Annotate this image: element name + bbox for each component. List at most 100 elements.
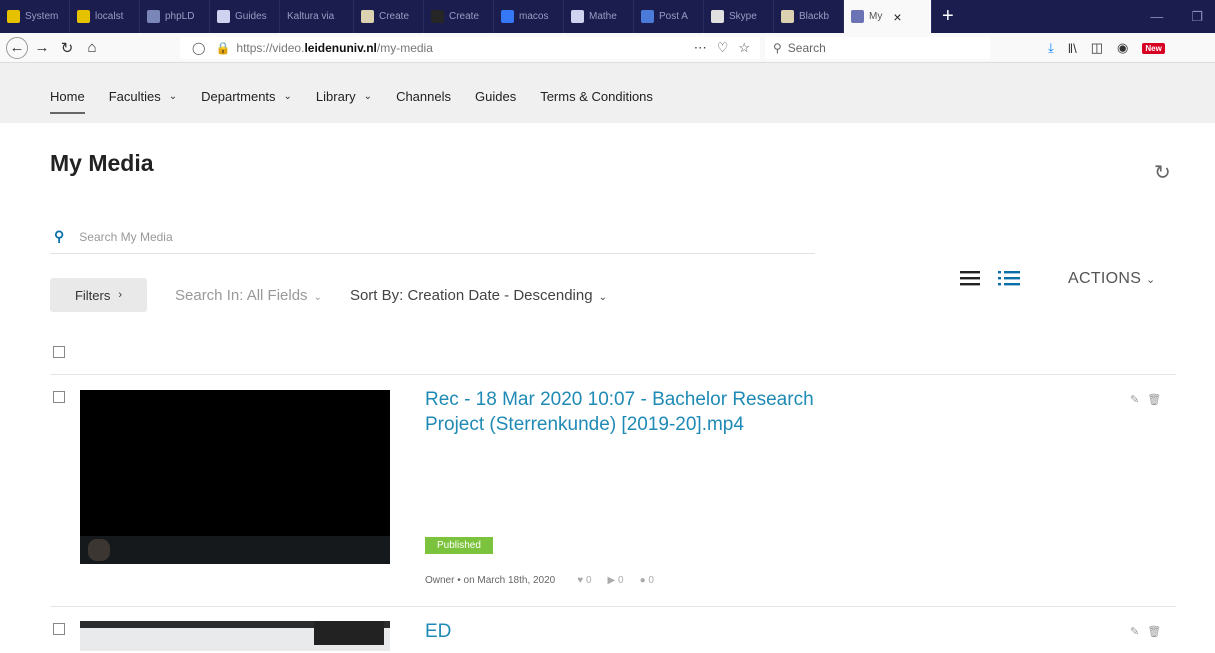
tab-label: Mathe (589, 11, 617, 22)
select-all-checkbox[interactable] (53, 346, 65, 358)
browser-tab[interactable]: Post A (634, 0, 704, 33)
nav-item-label: Terms & Conditions (540, 89, 653, 104)
created-date: on March 18th, 2020 (463, 575, 556, 586)
tab-favicon-icon (571, 10, 584, 23)
nav-item-home[interactable]: Home (50, 89, 85, 114)
browser-tab[interactable]: System (0, 0, 70, 33)
nav-item-library[interactable]: Library ⌄ (316, 89, 372, 104)
tab-favicon-icon (431, 10, 444, 23)
sort-label: Sort By: Creation Date - Descending (349, 286, 593, 304)
media-search[interactable]: ⚲ Search My Media (50, 220, 815, 254)
account-icon[interactable]: ◉ (1117, 40, 1128, 56)
browser-tab[interactable]: Guides (210, 0, 280, 33)
close-tab-icon[interactable]: × (893, 9, 901, 25)
tab-label: Create (379, 11, 410, 22)
page-actions-icon[interactable]: ⋯ (694, 40, 707, 56)
search-input[interactable]: Search My Media (79, 230, 172, 244)
nav-item-channels[interactable]: Channels (396, 89, 451, 104)
thumbnail-webcam-face (88, 539, 110, 561)
status-badge: Published (425, 537, 493, 554)
pocket-icon[interactable]: ♡ (717, 40, 729, 56)
tab-label: My (869, 11, 883, 22)
tab-favicon-icon (781, 10, 794, 23)
nav-item-terms-conditions[interactable]: Terms & Conditions (540, 89, 653, 104)
owner-label: Owner (425, 575, 455, 586)
entry-checkbox[interactable] (53, 391, 65, 403)
heart-icon: ♥ (577, 575, 584, 586)
site-nav: Home Faculties ⌄ Departments ⌄ Library ⌄ Channe… (0, 63, 1215, 123)
nav-item-faculties[interactable]: Faculties ⌄ (109, 89, 177, 104)
browser-tab[interactable]: Create (424, 0, 494, 33)
plays-count: 0 (618, 575, 624, 586)
browser-tab[interactable]: phpLD (140, 0, 210, 33)
new-tab-button[interactable]: + (932, 0, 964, 33)
browser-tab[interactable]: Kaltura via (280, 0, 354, 33)
video-thumbnail[interactable] (80, 390, 390, 564)
minimize-icon[interactable]: — (1150, 9, 1163, 24)
forward-icon[interactable]: → (31, 37, 53, 59)
edit-pencil-icon[interactable]: ✎ (1130, 625, 1139, 638)
chevron-down-icon: ⌄ (363, 91, 373, 102)
search-icon: ⚲ (773, 41, 782, 55)
tab-label: Kaltura via (287, 11, 335, 22)
browser-tab[interactable]: macos (494, 0, 564, 33)
sort-dropdown[interactable]: Sort By: Creation Date - Descending ⌄ (350, 287, 607, 304)
url-bar[interactable]: ◯ 🔒 https://video. leidenuniv.nl/my-media… (180, 37, 760, 59)
browser-search-field[interactable]: ⚲ Search (765, 37, 990, 59)
nav-item-label: Departments (201, 89, 276, 104)
library-icon[interactable]: ‖\ (1068, 41, 1077, 56)
browser-tab[interactable]: Mathe (564, 0, 634, 33)
entry-checkbox[interactable] (53, 623, 65, 635)
filters-button[interactable]: Filters › (50, 278, 147, 312)
actions-label: ACTIONS (1068, 270, 1142, 287)
bookmark-star-icon[interactable]: ☆ (738, 40, 750, 56)
home-icon[interactable]: ⌂ (81, 37, 103, 59)
delete-trash-icon[interactable]: 🗑 (1147, 393, 1161, 406)
filters-label: Filters (74, 287, 111, 303)
tab-label: localst (95, 11, 124, 22)
tab-favicon-icon (711, 10, 724, 23)
row-actions: ✎ 🗑 (1130, 393, 1161, 406)
video-thumbnail[interactable] (80, 621, 390, 651)
tab-favicon-icon (361, 10, 374, 23)
page-title: My Media (50, 150, 154, 176)
refresh-icon[interactable]: ↻ (1154, 160, 1171, 185)
tab-favicon-icon (501, 10, 514, 23)
media-title-link[interactable]: Rec - 18 Mar 2020 10:07 - Bachelor Resea… (425, 387, 865, 437)
tab-favicon-icon (641, 10, 654, 23)
chevron-down-icon: ⌄ (283, 91, 292, 102)
browser-tab-strip: System localst phpLD Guides Kaltura via Creat… (0, 0, 1215, 33)
comment-icon: ● (639, 575, 646, 586)
restore-icon[interactable]: ❐ (1191, 9, 1203, 25)
lock-icon: 🔒 (215, 41, 231, 55)
search-in-dropdown[interactable]: Search In: All Fields ⌄ (175, 287, 322, 304)
tab-label: System (25, 11, 59, 22)
browser-tab[interactable]: Create (354, 0, 424, 33)
detailed-view-icon[interactable] (998, 270, 1020, 286)
tab-label: Post A (659, 11, 688, 22)
reload-icon[interactable]: ↻ (56, 37, 78, 59)
row-actions: ✎ 🗑 (1130, 625, 1161, 638)
nav-item-label: Channels (396, 89, 451, 104)
back-icon[interactable]: ← (6, 36, 28, 59)
browser-tab[interactable]: localst (70, 0, 140, 33)
list-view-icon[interactable] (960, 270, 980, 286)
delete-trash-icon[interactable]: 🗑 (1147, 625, 1161, 638)
nav-item-departments[interactable]: Departments ⌄ (201, 89, 292, 104)
browser-tab[interactable]: Blackb (774, 0, 844, 33)
nav-item-guides[interactable]: Guides (475, 89, 516, 104)
download-icon[interactable]: ⤓ (1048, 40, 1054, 56)
actions-dropdown[interactable]: ACTIONS ⌄ (1068, 270, 1156, 288)
browser-search-placeholder: Search (787, 41, 826, 55)
browser-tab[interactable]: My × (844, 0, 932, 33)
whats-new-badge[interactable]: New (1142, 42, 1165, 54)
tab-favicon-icon (217, 10, 230, 23)
sidebar-icon[interactable]: ◫ (1091, 40, 1103, 56)
nav-item-label: Library (315, 89, 356, 104)
browser-tab[interactable]: Skype (704, 0, 774, 33)
media-title-link[interactable]: ED (425, 619, 865, 644)
play-icon: ▶ (607, 575, 616, 586)
search-icon: ⚲ (54, 228, 65, 244)
edit-pencil-icon[interactable]: ✎ (1130, 393, 1139, 406)
url-host: leidenuniv.nl (304, 41, 377, 55)
